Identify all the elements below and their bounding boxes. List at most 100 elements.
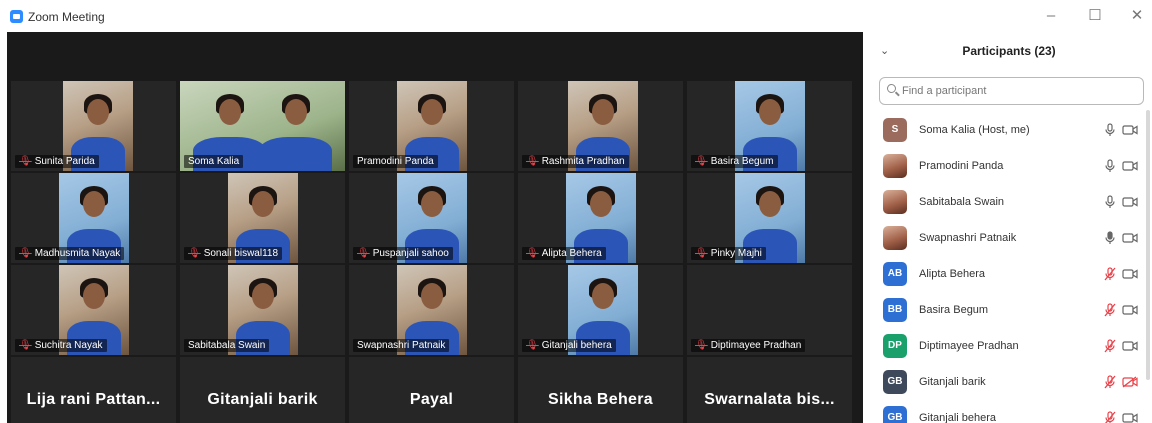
video-tile[interactable]: 🎙︎ Rashmita Pradhan — [518, 81, 683, 171]
tile-name: Diptimayee Pradhan — [710, 340, 802, 351]
video-tile[interactable]: Soma Kalia — [180, 81, 345, 171]
tile-name: Pinky Majhi — [710, 248, 762, 259]
mic-icon[interactable] — [1103, 231, 1117, 245]
tile-name: Rashmita Pradhan — [541, 156, 625, 167]
video-tile[interactable]: Sabitabala Swain — [180, 265, 345, 355]
mic-muted-icon[interactable] — [1103, 339, 1117, 353]
video-tile[interactable]: Payal — [349, 357, 514, 423]
participant-name: Basira Begum — [919, 304, 989, 316]
participant-row[interactable]: GB Gitanjali barik — [866, 364, 1152, 400]
video-tile[interactable]: 🎙︎ Gitanjali behera — [518, 265, 683, 355]
minimize-button[interactable]: – — [1038, 4, 1064, 28]
avatar — [883, 226, 907, 250]
mic-muted-icon: 🎙︎ — [526, 340, 539, 351]
video-camera-icon[interactable] — [1122, 160, 1138, 172]
participant-name-label: 🎙︎ Diptimayee Pradhan — [691, 339, 806, 352]
tile-name: Payal — [409, 391, 454, 408]
avatar: DP — [883, 334, 907, 358]
avatar: GB — [883, 370, 907, 394]
participant-name-label: 🎙︎ Rashmita Pradhan — [522, 155, 629, 168]
video-tile[interactable]: Gitanjali barik — [180, 357, 345, 423]
zoom-logo-icon — [10, 10, 23, 23]
tile-name: Gitanjali behera — [541, 340, 612, 351]
participant-name-label: 🎙︎ Sonali biswal118 — [184, 247, 283, 260]
mic-muted-icon: 🎙︎ — [695, 248, 708, 259]
participant-name-label: 🎙︎ Sunita Parida — [15, 155, 99, 168]
tile-name: Swarnalata bis... — [704, 391, 835, 408]
tile-name: Puspanjali sahoo — [372, 248, 449, 259]
participant-name-label: 🎙︎ Madhusmita Nayak — [15, 247, 125, 260]
video-tile[interactable]: 🎙︎ Suchitra Nayak — [11, 265, 176, 355]
mic-muted-icon: 🎙︎ — [526, 156, 539, 167]
participant-name-label: 🎙︎ Basira Begum — [691, 155, 778, 168]
mic-icon[interactable] — [1103, 195, 1117, 209]
mic-muted-icon: 🎙︎ — [19, 340, 32, 351]
tile-name: Soma Kalia — [188, 156, 240, 167]
tile-name: Madhusmita Nayak — [34, 248, 121, 259]
video-camera-icon[interactable] — [1122, 232, 1138, 244]
participant-row[interactable]: DP Diptimayee Pradhan — [866, 328, 1152, 364]
video-tile[interactable]: Pramodini Panda — [349, 81, 514, 171]
close-button[interactable]: ✕ — [1124, 4, 1150, 28]
participant-name-label: 🎙︎ Puspanjali sahoo — [353, 247, 453, 260]
tile-name: Sonali biswal118 — [203, 248, 279, 259]
participant-row[interactable]: Sabitabala Swain — [866, 184, 1152, 220]
participant-row[interactable]: BB Basira Begum — [866, 292, 1152, 328]
mic-icon[interactable] — [1103, 123, 1117, 137]
participant-name-label: 🎙︎ Gitanjali behera — [522, 339, 616, 352]
video-camera-icon[interactable] — [1122, 196, 1138, 208]
search-input[interactable] — [902, 82, 1132, 100]
mic-muted-icon[interactable] — [1103, 375, 1117, 389]
participant-row[interactable]: Pramodini Panda — [866, 148, 1152, 184]
mic-muted-icon: 🎙︎ — [357, 248, 370, 259]
mic-muted-icon: 🎙︎ — [695, 340, 708, 351]
video-tile[interactable]: 🎙︎ Pinky Majhi — [687, 173, 852, 263]
video-camera-icon[interactable] — [1122, 340, 1138, 352]
video-tile[interactable]: 🎙︎ Basira Begum — [687, 81, 852, 171]
participant-row[interactable]: Swapnashri Patnaik — [866, 220, 1152, 256]
avatar — [883, 154, 907, 178]
tile-name: Alipta Behera — [541, 248, 602, 259]
video-tile[interactable]: 🎙︎ Madhusmita Nayak — [11, 173, 176, 263]
tile-name: Pramodini Panda — [357, 156, 434, 167]
mic-icon[interactable] — [1103, 159, 1117, 173]
video-tile[interactable]: Lija rani Pattan... — [11, 357, 176, 423]
participant-row[interactable]: S Soma Kalia (Host, me) — [866, 112, 1152, 148]
video-tile[interactable]: Sikha Behera — [518, 357, 683, 423]
participant-name-label: Soma Kalia — [184, 155, 244, 168]
video-off-icon[interactable] — [1122, 376, 1138, 388]
mic-muted-icon[interactable] — [1103, 303, 1117, 317]
video-tile[interactable]: 🎙︎ Alipta Behera — [518, 173, 683, 263]
avatar: AB — [883, 262, 907, 286]
video-tile[interactable]: Swarnalata bis... — [687, 357, 852, 423]
mic-muted-icon: 🎙︎ — [695, 156, 708, 167]
video-tile[interactable]: 🎙︎ Sunita Parida — [11, 81, 176, 171]
video-tile[interactable]: 🎙︎ Sonali biswal118 — [180, 173, 345, 263]
video-tile[interactable]: 🎙︎ Puspanjali sahoo — [349, 173, 514, 263]
tile-name: Gitanjali barik — [207, 391, 318, 408]
participants-panel: ⌄ Participants (23) SSoma Kalia (Host, m… — [866, 32, 1152, 423]
mic-muted-icon: 🎙︎ — [188, 248, 201, 259]
tile-name: Lija rani Pattan... — [26, 391, 161, 408]
tile-name: Sunita Parida — [34, 156, 95, 167]
avatar — [883, 190, 907, 214]
video-camera-icon[interactable] — [1122, 304, 1138, 316]
video-tile[interactable]: 🎙︎ Diptimayee Pradhan — [687, 265, 852, 355]
mic-muted-icon[interactable] — [1103, 267, 1117, 281]
participant-name: Pramodini Panda — [919, 160, 1004, 172]
video-camera-icon[interactable] — [1122, 124, 1138, 136]
mic-muted-icon[interactable] — [1103, 411, 1117, 423]
participant-name: Diptimayee Pradhan — [919, 340, 1019, 352]
participant-row[interactable]: GB Gitanjali behera — [866, 400, 1152, 423]
scrollbar[interactable] — [1146, 110, 1150, 380]
video-camera-icon[interactable] — [1122, 412, 1138, 423]
video-tile[interactable]: Swapnashri Patnaik — [349, 265, 514, 355]
maximize-button[interactable]: ☐ — [1082, 4, 1108, 28]
participant-name: Soma Kalia (Host, me) — [919, 124, 1030, 136]
participant-name-label: Swapnashri Patnaik — [353, 339, 450, 352]
participant-name: Gitanjali barik — [919, 376, 986, 388]
participant-row[interactable]: AB Alipta Behera — [866, 256, 1152, 292]
participant-name-label: Sabitabala Swain — [184, 339, 270, 352]
participant-name-label: 🎙︎ Pinky Majhi — [691, 247, 766, 260]
video-camera-icon[interactable] — [1122, 268, 1138, 280]
